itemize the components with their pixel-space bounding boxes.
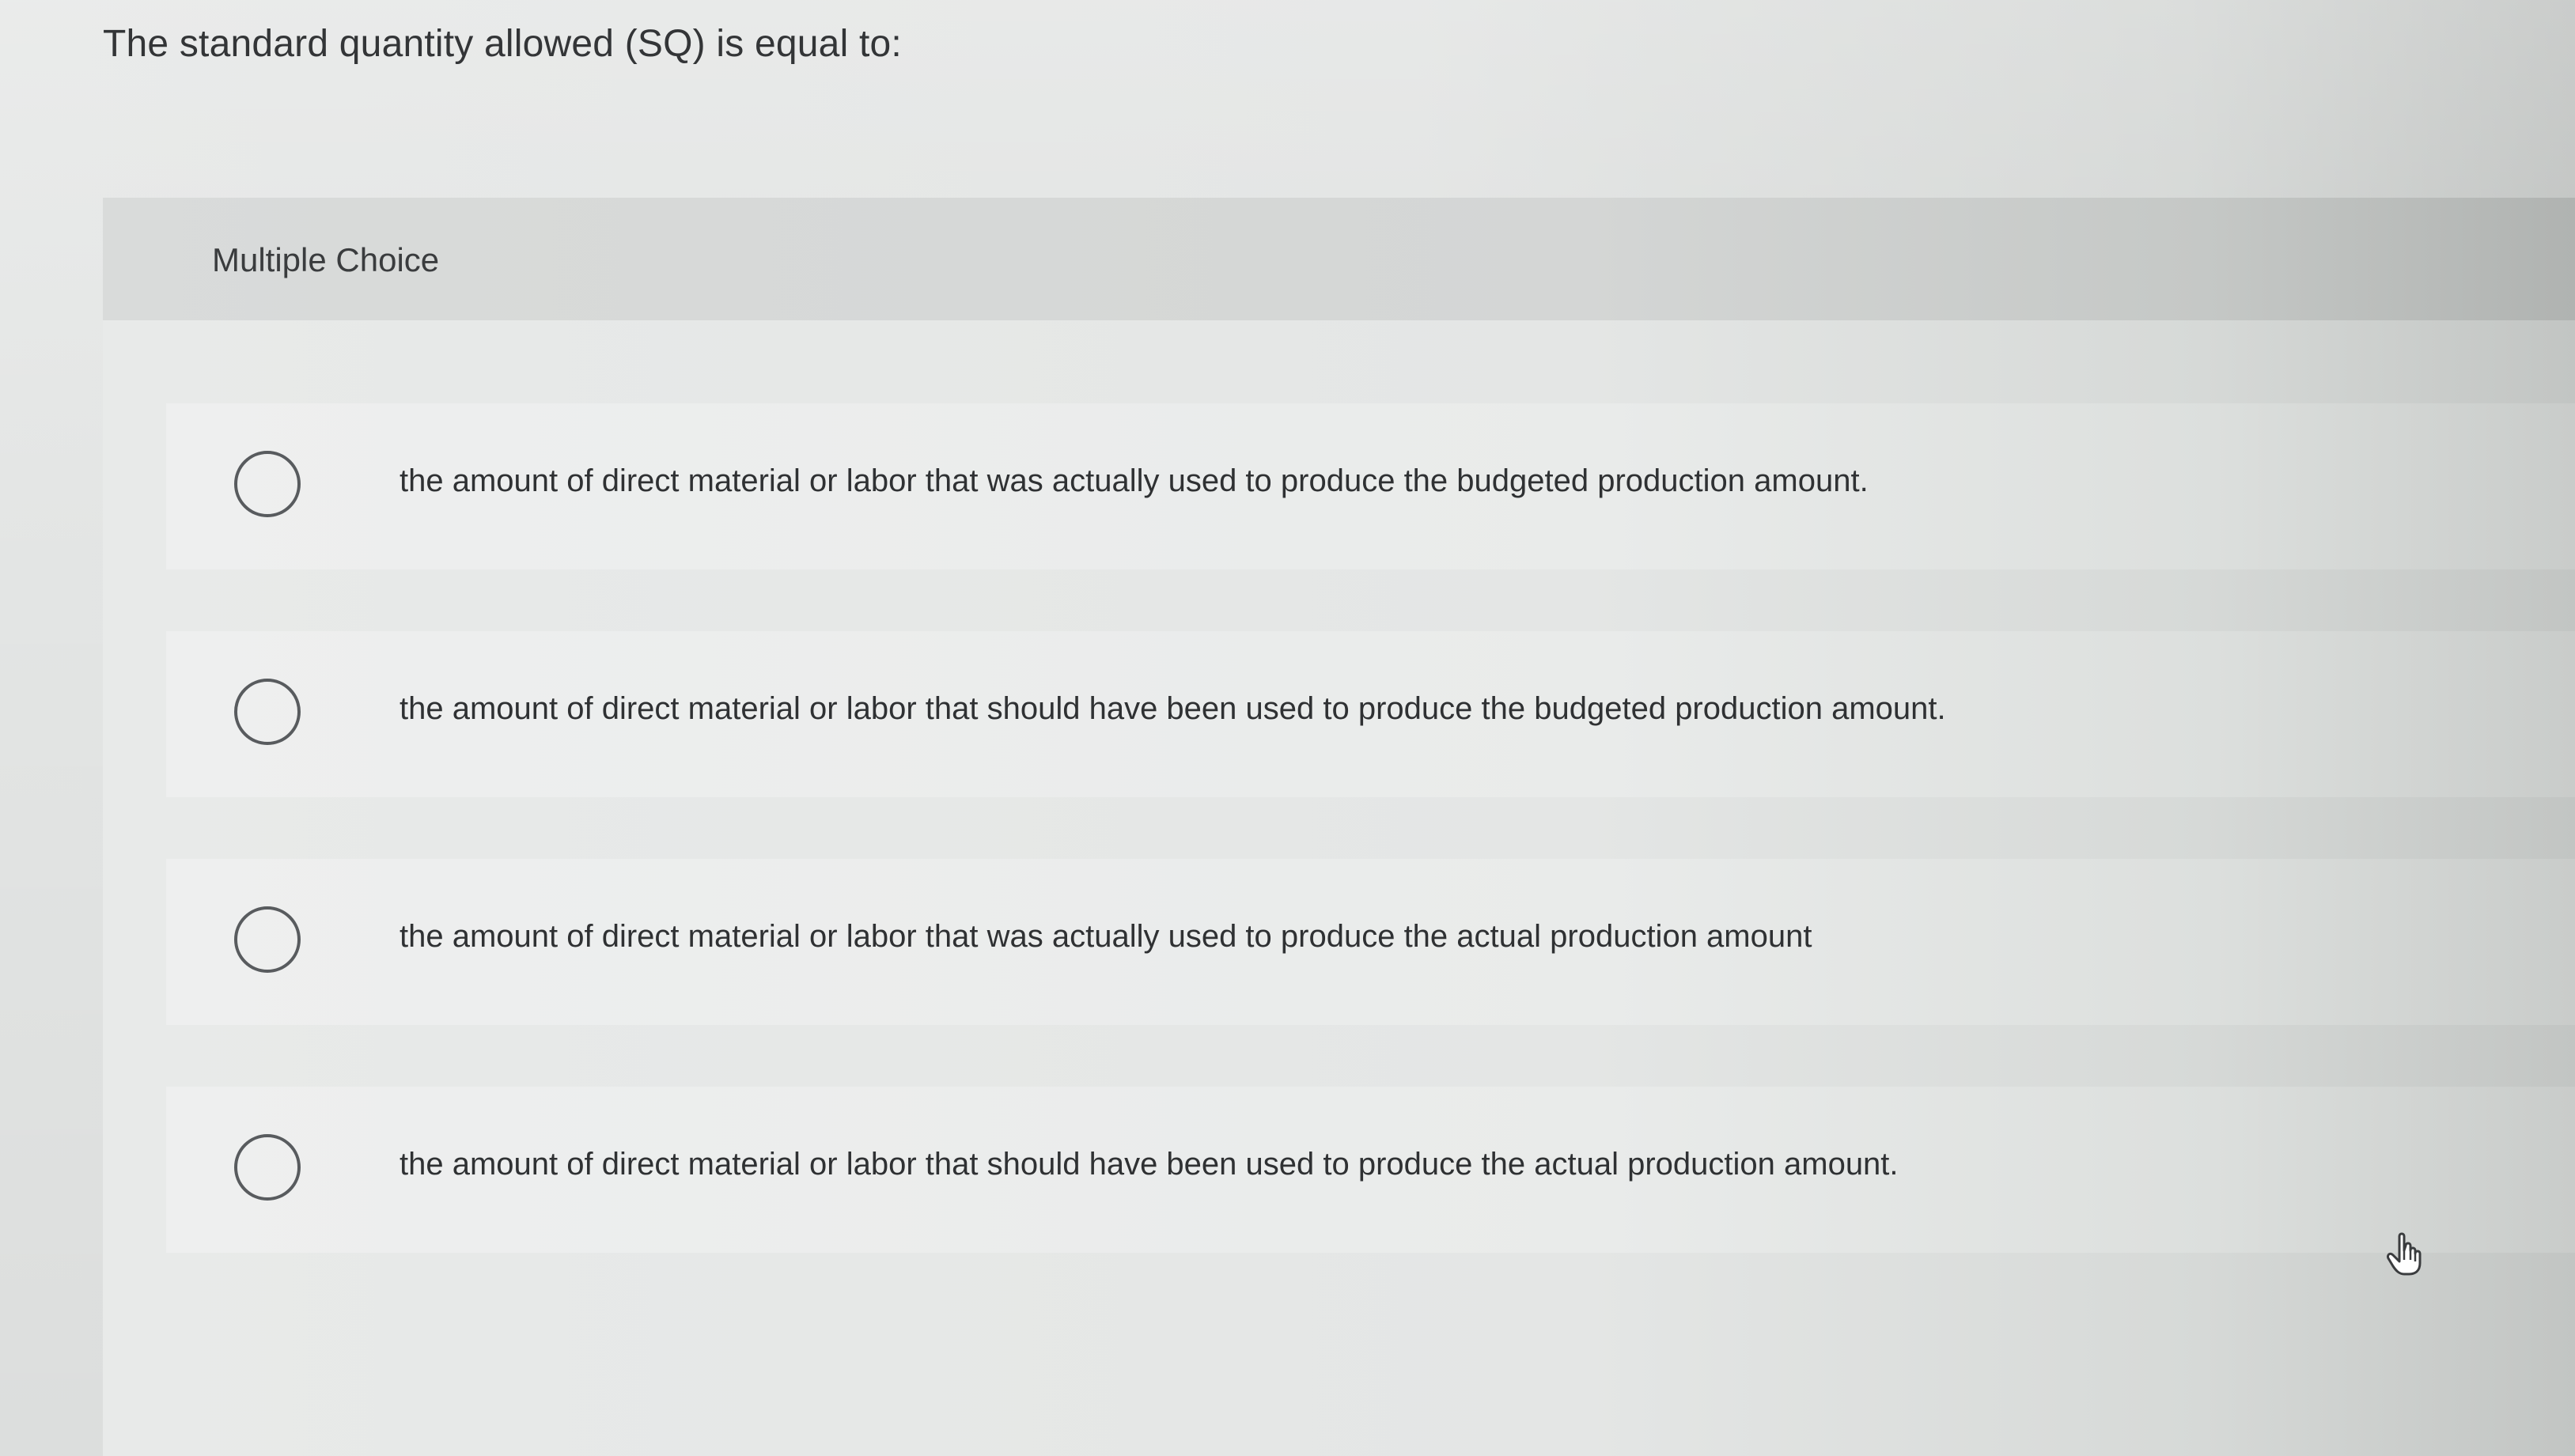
question-type-label: Multiple Choice xyxy=(212,241,440,278)
answer-panel: Multiple Choice the amount of direct mat… xyxy=(103,198,2575,1456)
panel-header: Multiple Choice xyxy=(103,198,2575,320)
option-2[interactable]: the amount of direct material or labor t… xyxy=(166,631,2575,797)
radio-button-icon[interactable] xyxy=(234,679,301,745)
option-label: the amount of direct material or labor t… xyxy=(400,919,1812,954)
option-label: the amount of direct material or labor t… xyxy=(400,1147,1899,1182)
option-label: the amount of direct material or labor t… xyxy=(400,463,1869,498)
option-4[interactable]: the amount of direct material or labor t… xyxy=(166,1087,2575,1253)
option-3[interactable]: the amount of direct material or labor t… xyxy=(166,859,2575,1025)
radio-button-icon[interactable] xyxy=(234,1134,301,1201)
question-text: The standard quantity allowed (SQ) is eq… xyxy=(103,23,902,65)
radio-button-icon[interactable] xyxy=(234,906,301,973)
option-label: the amount of direct material or labor t… xyxy=(400,691,1946,726)
radio-button-icon[interactable] xyxy=(234,451,301,517)
options-list: the amount of direct material or labor t… xyxy=(166,403,2575,1314)
option-1[interactable]: the amount of direct material or labor t… xyxy=(166,403,2575,569)
hand-pointer-icon xyxy=(2387,1232,2422,1276)
